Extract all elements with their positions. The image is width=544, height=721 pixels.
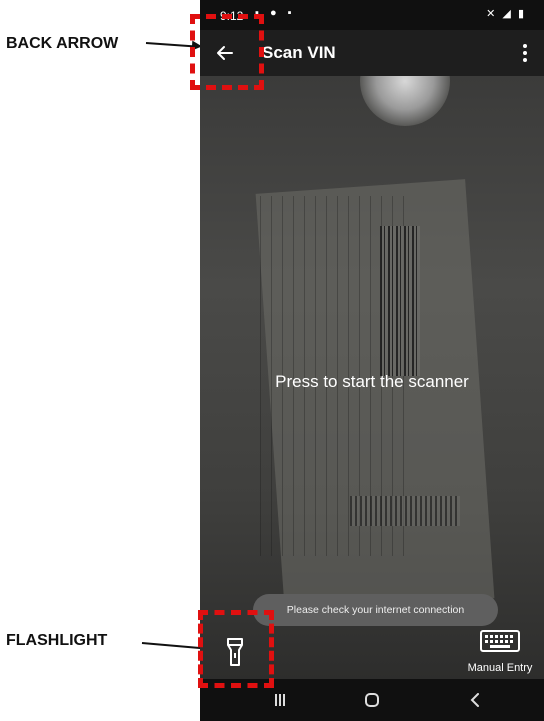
home-icon[interactable] xyxy=(352,687,392,713)
recents-icon[interactable] xyxy=(260,687,300,713)
flashlight-highlight xyxy=(198,610,274,688)
camera-bolt-image xyxy=(360,76,450,126)
back-arrow-callout-label: BACK ARROW xyxy=(6,35,119,52)
more-vert-icon[interactable] xyxy=(516,38,534,68)
back-icon[interactable] xyxy=(455,687,495,713)
back-arrow-highlight xyxy=(190,14,264,90)
flashlight-callout-label: FLASHLIGHT xyxy=(6,632,108,649)
page-title: Scan VIN xyxy=(262,43,336,62)
manual-entry-button[interactable]: Manual Entry xyxy=(462,630,538,676)
manual-entry-label: Manual Entry xyxy=(467,662,533,674)
signal-battery-icon: ✕ ◢ ▮ xyxy=(486,8,526,20)
back-arrow-callout-line xyxy=(145,42,194,48)
internet-toast: Please check your internet connection xyxy=(253,594,498,626)
barcode-image-secondary xyxy=(350,496,460,526)
barcode-image xyxy=(380,226,420,376)
start-scanner-prompt[interactable]: Press to start the scanner xyxy=(200,372,544,392)
keyboard-icon xyxy=(480,630,520,652)
